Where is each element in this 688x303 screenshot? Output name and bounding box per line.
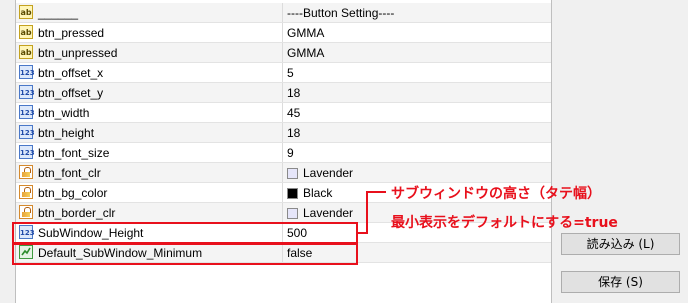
property-row[interactable]: 123 btn_offset_x 5 [16, 63, 551, 83]
property-name-cell: 123 btn_height [16, 123, 283, 142]
property-grid: ab ______ ----Button Setting---- ab btn_pres… [15, 0, 552, 303]
property-value-text: ----Button Setting---- [287, 6, 395, 20]
integer-icon: 123 [19, 225, 35, 239]
property-name-cell: 123 btn_offset_x [16, 63, 283, 82]
property-value[interactable]: 18 [287, 126, 300, 140]
property-row[interactable]: Default_SubWindow_Minimum false [16, 243, 551, 263]
property-name-cell: ab ______ [16, 3, 283, 22]
property-name: btn_unpressed [38, 46, 118, 60]
property-name-cell: 123 btn_font_size [16, 143, 283, 162]
property-value[interactable]: Lavender [287, 166, 353, 180]
property-row[interactable]: 123 btn_height 18 [16, 123, 551, 143]
property-name: btn_border_clr [38, 206, 116, 220]
color-swatch [287, 188, 298, 199]
integer-icon: 123 [19, 125, 35, 139]
property-value[interactable]: Lavender [287, 206, 353, 220]
color-swatch [287, 208, 298, 219]
load-button[interactable]: 読み込み (L) [561, 233, 680, 255]
boolean-icon [19, 245, 33, 259]
property-name-cell: btn_bg_color [16, 183, 283, 202]
property-name: btn_height [38, 126, 95, 140]
color-swatch [287, 168, 298, 179]
string-icon: ab [19, 45, 33, 59]
property-name-cell: btn_font_clr [16, 163, 283, 182]
integer-icon: 123 [19, 105, 35, 119]
annotation-minimum: 最小表示をデフォルトにする=true [391, 215, 618, 231]
integer-icon: 123 [19, 145, 35, 159]
property-name-cell: 123 SubWindow_Height [16, 223, 283, 242]
property-value-text: 18 [287, 126, 301, 140]
property-value[interactable]: Black [287, 186, 332, 200]
string-icon: ab [19, 25, 33, 39]
property-name-cell: ab btn_unpressed [16, 43, 283, 62]
color-icon [19, 165, 33, 179]
property-row[interactable]: 123 btn_width 45 [16, 103, 551, 123]
property-name-cell: ab btn_pressed [16, 23, 283, 42]
property-value-text: 5 [287, 66, 294, 80]
integer-icon: 123 [19, 85, 35, 99]
property-value[interactable]: ----Button Setting---- [287, 6, 394, 20]
integer-icon: 123 [19, 65, 35, 79]
property-name-cell: 123 btn_width [16, 103, 283, 122]
annotation-height: サブウィンドウの高さ（タテ幅） [391, 186, 601, 202]
property-value-text: 45 [287, 106, 301, 120]
property-row[interactable]: ab btn_pressed GMMA [16, 23, 551, 43]
property-value[interactable]: 45 [287, 106, 300, 120]
color-icon [19, 185, 33, 199]
property-name: btn_pressed [38, 26, 105, 40]
property-name: btn_offset_y [38, 86, 104, 100]
save-button[interactable]: 保存 (S) [561, 271, 680, 293]
property-value[interactable]: false [287, 246, 312, 260]
property-value-text: GMMA [287, 26, 325, 40]
annotation-connector [366, 191, 368, 234]
property-name-cell: Default_SubWindow_Minimum [16, 243, 283, 262]
property-row[interactable]: btn_font_clr Lavender [16, 163, 551, 183]
color-icon [19, 205, 33, 219]
property-value-text: 18 [287, 86, 301, 100]
string-icon: ab [19, 5, 33, 19]
property-name: SubWindow_Height [38, 226, 144, 240]
property-value-text: Lavender [303, 166, 354, 180]
property-name: ______ [38, 6, 79, 20]
property-name: btn_width [38, 106, 90, 120]
property-name-cell: btn_border_clr [16, 203, 283, 222]
property-name: Default_SubWindow_Minimum [38, 246, 203, 260]
property-value-text: GMMA [287, 46, 325, 60]
property-value-text: Lavender [303, 206, 354, 220]
property-name-cell: 123 btn_offset_y [16, 83, 283, 102]
annotation-connector [366, 191, 386, 193]
property-value-text: 9 [287, 146, 294, 160]
property-value[interactable]: 5 [287, 66, 294, 80]
property-value[interactable]: 9 [287, 146, 294, 160]
property-row[interactable]: 123 btn_font_size 9 [16, 143, 551, 163]
property-value[interactable]: 500 [287, 226, 307, 240]
property-row[interactable]: 123 btn_offset_y 18 [16, 83, 551, 103]
property-value[interactable]: 18 [287, 86, 300, 100]
side-panel [550, 0, 688, 302]
property-value-text: false [287, 246, 313, 260]
property-name: btn_font_clr [38, 166, 101, 180]
annotation-connector [356, 232, 366, 234]
property-value-text: 500 [287, 226, 308, 240]
property-value[interactable]: GMMA [287, 26, 324, 40]
property-row[interactable]: ab btn_unpressed GMMA [16, 43, 551, 63]
property-row[interactable]: ab ______ ----Button Setting---- [16, 3, 551, 23]
property-value[interactable]: GMMA [287, 46, 324, 60]
property-name: btn_font_size [38, 146, 110, 160]
property-value-text: Black [303, 186, 333, 200]
property-name: btn_bg_color [38, 186, 108, 200]
property-name: btn_offset_x [38, 66, 104, 80]
